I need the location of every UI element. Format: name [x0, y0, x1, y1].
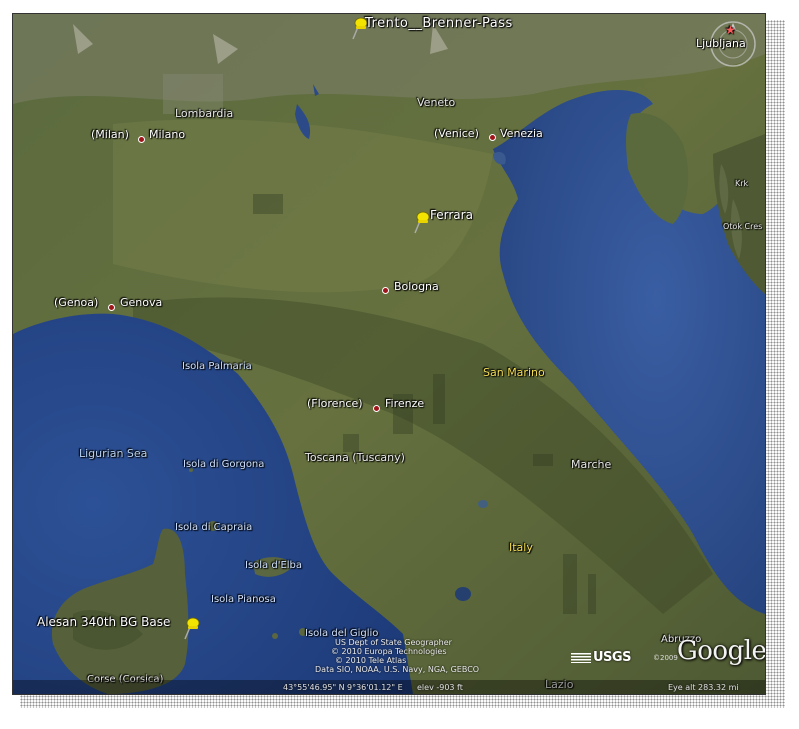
island-label-elba: Isola d'Elba	[245, 560, 303, 571]
region-label-otok-cres: Otok Cres	[723, 222, 763, 231]
usgs-logo: USGS	[571, 650, 631, 665]
longitude-readout: 9°36'01.12" E	[347, 683, 403, 692]
city-dot-firenze[interactable]	[373, 405, 380, 412]
credit-line: US Dept of State Geographer	[335, 638, 452, 647]
city-label-firenze[interactable]: Firenze	[385, 398, 424, 410]
city-label-ljubljana[interactable]: Ljubljana	[696, 38, 746, 50]
satellite-map[interactable]: Trento__Brenner-Pass Ferrara Alesan 340t…	[13, 14, 765, 694]
pin-label-ferrara[interactable]: Ferrara	[430, 209, 473, 221]
pushpin-icon[interactable]	[409, 209, 431, 235]
city-label-genoa-en: (Genoa)	[54, 296, 99, 309]
elevation-readout: elev -903 ft	[417, 683, 463, 692]
credit-line: © 2010 Europa Technologies	[331, 647, 447, 656]
city-label-genova[interactable]: Genova	[120, 297, 162, 309]
copyright-text: ©2009	[653, 654, 678, 662]
island-label-pianosa: Isola Pianosa	[211, 594, 276, 605]
city-dot-milano[interactable]	[138, 136, 145, 143]
region-label-toscana: Toscana (Tuscany)	[305, 451, 405, 464]
credit-line: © 2010 Tele Atlas	[335, 656, 407, 665]
credit-line: Data SIO, NOAA, U.S. Navy, NGA, GEBCO	[315, 665, 480, 674]
city-label-florence-en: (Florence)	[307, 397, 363, 410]
island-label-gorgona: Isola di Gorgona	[183, 459, 265, 470]
city-label-venezia[interactable]: Venezia	[500, 128, 543, 140]
island-label-palmaria: Isola Palmaria	[182, 361, 252, 372]
capital-star-icon: ★	[725, 23, 736, 37]
region-label-marche: Marche	[571, 458, 612, 471]
city-dot-venezia[interactable]	[489, 134, 496, 141]
city-label-milan-en: (Milan)	[91, 128, 129, 141]
island-label-capraia: Isola di Capraia	[175, 522, 253, 533]
region-label-krk: Krk	[735, 179, 749, 188]
pin-label-alesan[interactable]: Alesan 340th BG Base	[37, 616, 170, 628]
city-label-venice-en: (Venice)	[434, 127, 479, 140]
city-label-bologna[interactable]: Bologna	[394, 281, 439, 293]
latitude-readout: 43°55'46.95" N	[283, 683, 345, 692]
region-label-lombardia: Lombardia	[175, 107, 234, 120]
terrain-layer	[13, 14, 765, 694]
google-logo: Google	[677, 636, 765, 666]
eye-altitude-readout: Eye alt 283.32 mi	[668, 683, 739, 692]
country-label-italy: Italy	[509, 541, 533, 554]
sea-label-ligurian: Ligurian Sea	[79, 447, 148, 460]
city-label-milano[interactable]: Milano	[149, 129, 185, 141]
city-dot-bologna[interactable]	[382, 287, 389, 294]
pushpin-icon[interactable]	[179, 615, 201, 641]
pin-label-brenner[interactable]: Trento__Brenner-Pass	[365, 17, 513, 30]
region-label-veneto: Veneto	[417, 96, 456, 109]
country-label-san-marino: San Marino	[483, 366, 545, 379]
city-dot-genova[interactable]	[108, 304, 115, 311]
